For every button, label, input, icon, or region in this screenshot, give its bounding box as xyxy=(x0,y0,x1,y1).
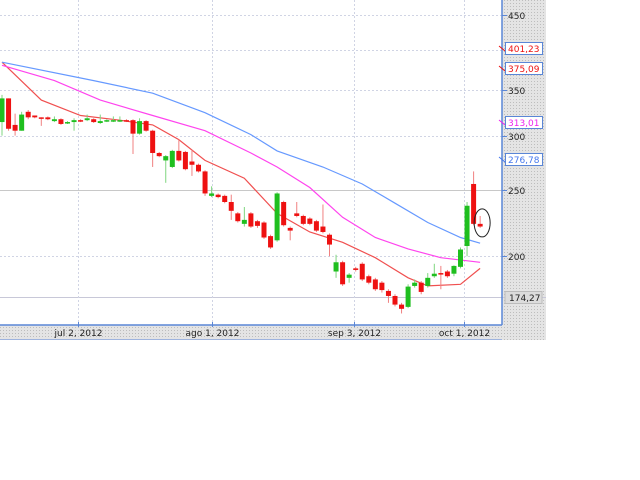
candle-down xyxy=(438,273,444,275)
x-tick-label: jul 2, 2012 xyxy=(54,329,103,339)
candle-down xyxy=(32,115,38,118)
value-label: 375,09 xyxy=(508,65,540,75)
candle-up xyxy=(163,156,169,161)
candle-up xyxy=(431,273,437,277)
candle-up xyxy=(19,114,25,131)
candle-up xyxy=(0,98,5,123)
y-tick-label: 300 xyxy=(508,133,525,143)
candle-up xyxy=(51,119,57,122)
candle-down xyxy=(156,152,162,157)
candle-up xyxy=(104,120,110,122)
candle-up xyxy=(241,219,247,224)
candle-up xyxy=(117,120,123,122)
candle-up xyxy=(169,150,175,167)
plot-area xyxy=(0,0,502,325)
candle-down xyxy=(143,121,149,131)
candle-down xyxy=(196,164,201,172)
value-label: 401,23 xyxy=(508,45,540,55)
x-tick-label: oct 1, 2012 xyxy=(439,329,490,339)
candle-down xyxy=(379,282,385,291)
candle-down xyxy=(320,226,326,232)
candle-down xyxy=(38,117,44,119)
candle-down xyxy=(418,282,424,292)
candle-down xyxy=(372,279,378,290)
candle-up xyxy=(84,118,90,121)
candle-down xyxy=(313,221,319,231)
x-tick-label: sep 3, 2012 xyxy=(328,329,381,339)
candle-down xyxy=(444,271,450,277)
price-label: 174,27 xyxy=(509,294,541,304)
candle-down xyxy=(228,202,234,211)
candle-down xyxy=(268,236,274,248)
candle-up xyxy=(346,274,352,278)
candle-down xyxy=(215,194,221,198)
candle-down xyxy=(340,262,346,285)
x-tick-label: ago 1, 2012 xyxy=(186,329,240,339)
candle-up xyxy=(451,265,457,274)
candle-down xyxy=(471,183,477,224)
candle-down xyxy=(123,120,129,122)
candle-up xyxy=(71,120,77,123)
candle-down xyxy=(45,117,51,120)
y-tick-label: 350 xyxy=(508,87,525,97)
candle-down xyxy=(287,227,293,231)
y-tick-label: 450 xyxy=(508,12,525,22)
candle-down xyxy=(6,98,12,129)
candle-up xyxy=(274,193,280,241)
candlestick-chart: 450 350 300 250 200 174,27 401,23 375,09 313,01 2… xyxy=(0,0,546,340)
candle-down xyxy=(91,119,97,123)
value-label: 313,01 xyxy=(508,119,540,129)
candle-down xyxy=(150,130,156,153)
candle-down xyxy=(182,151,188,170)
candle-up xyxy=(412,282,418,286)
candle-up xyxy=(458,249,463,267)
candle-down xyxy=(392,295,398,305)
candle-up xyxy=(333,262,339,272)
candle-down xyxy=(327,234,332,245)
candle-up xyxy=(405,286,411,307)
candle-down xyxy=(202,171,208,194)
candle-down xyxy=(78,120,84,122)
candle-down xyxy=(300,215,306,224)
candle-down xyxy=(307,218,313,224)
candle-down xyxy=(254,221,260,226)
candle-down xyxy=(25,111,31,118)
candle-up xyxy=(209,193,215,196)
candle-down xyxy=(130,120,136,134)
candle-down xyxy=(366,276,372,283)
candle-up xyxy=(97,121,103,124)
candle-down xyxy=(294,213,300,216)
candle-down xyxy=(261,222,267,238)
value-label: 276,78 xyxy=(508,156,540,166)
candle-down xyxy=(353,268,359,270)
candle-down xyxy=(248,213,254,227)
candle-down xyxy=(58,119,64,124)
candle-down xyxy=(399,304,405,309)
y-tick-label: 250 xyxy=(508,187,525,197)
candle-down xyxy=(281,202,287,226)
candle-up xyxy=(425,277,431,286)
candle-down xyxy=(385,290,391,296)
candle-down xyxy=(189,161,195,165)
candle-down xyxy=(359,263,365,280)
candle-down xyxy=(222,195,228,203)
candle-up xyxy=(65,122,70,124)
candle-down xyxy=(477,223,483,227)
y-tick-label: 200 xyxy=(508,253,525,263)
candle-down xyxy=(176,150,182,161)
candle-down xyxy=(12,124,18,131)
candle-up xyxy=(110,120,116,122)
candle-up xyxy=(137,121,143,134)
candle-down xyxy=(235,213,241,222)
candle-up xyxy=(464,205,470,247)
